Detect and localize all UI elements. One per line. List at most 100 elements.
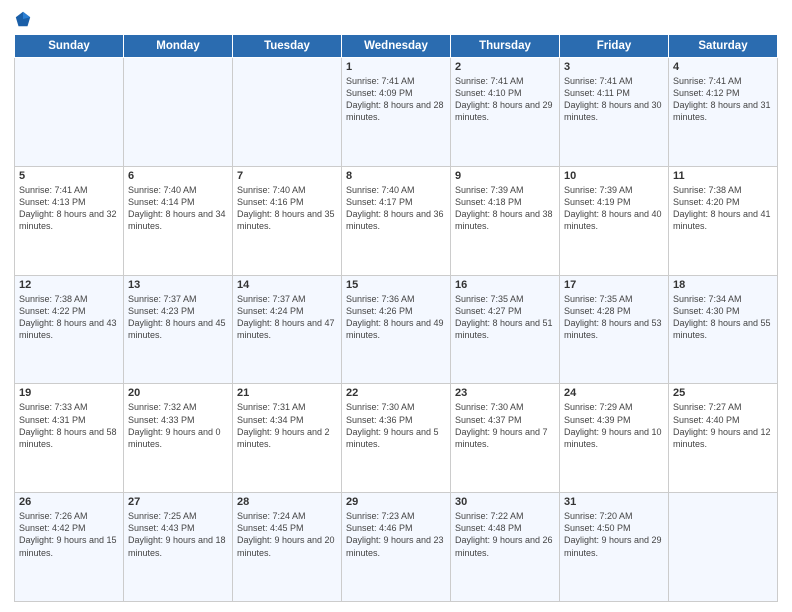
calendar-cell: 17 Sunrise: 7:35 AM Sunset: 4:28 PM Dayli… [560,275,669,384]
day-info: Sunrise: 7:35 AM Sunset: 4:28 PM Dayligh… [564,293,664,342]
day-info: Sunrise: 7:41 AM Sunset: 4:13 PM Dayligh… [19,184,119,233]
day-number: 10 [564,170,664,182]
day-number: 19 [19,387,119,399]
calendar-cell [124,58,233,167]
day-info: Sunrise: 7:41 AM Sunset: 4:10 PM Dayligh… [455,75,555,124]
day-number: 11 [673,170,773,182]
day-number: 20 [128,387,228,399]
day-number: 23 [455,387,555,399]
day-info: Sunrise: 7:27 AM Sunset: 4:40 PM Dayligh… [673,401,773,450]
day-info: Sunrise: 7:38 AM Sunset: 4:22 PM Dayligh… [19,293,119,342]
calendar-cell: 8 Sunrise: 7:40 AM Sunset: 4:17 PM Daylig… [342,166,451,275]
day-info: Sunrise: 7:40 AM Sunset: 4:14 PM Dayligh… [128,184,228,233]
header [14,10,778,28]
calendar-cell: 16 Sunrise: 7:35 AM Sunset: 4:27 PM Dayli… [451,275,560,384]
day-info: Sunrise: 7:41 AM Sunset: 4:09 PM Dayligh… [346,75,446,124]
day-of-week-header: Friday [560,35,669,58]
calendar-cell: 9 Sunrise: 7:39 AM Sunset: 4:18 PM Daylig… [451,166,560,275]
day-number: 21 [237,387,337,399]
day-number: 1 [346,61,446,73]
calendar-week-row: 12Sunrise: 7:38 AM Sunset: 4:22 PM Dayli… [15,275,778,384]
day-of-week-header: Monday [124,35,233,58]
day-info: Sunrise: 7:36 AM Sunset: 4:26 PM Dayligh… [346,293,446,342]
calendar-cell: 22 Sunrise: 7:30 AM Sunset: 4:36 PM Dayli… [342,384,451,493]
day-number: 8 [346,170,446,182]
page: SundayMondayTuesdayWednesdayThursdayFrid… [0,0,792,612]
calendar-cell: 4 Sunrise: 7:41 AM Sunset: 4:12 PM Daylig… [669,58,778,167]
calendar-cell: 27 Sunrise: 7:25 AM Sunset: 4:43 PM Dayli… [124,493,233,602]
day-number: 26 [19,496,119,508]
day-info: Sunrise: 7:40 AM Sunset: 4:16 PM Dayligh… [237,184,337,233]
day-number: 25 [673,387,773,399]
calendar-cell [233,58,342,167]
day-info: Sunrise: 7:35 AM Sunset: 4:27 PM Dayligh… [455,293,555,342]
calendar-cell: 30 Sunrise: 7:22 AM Sunset: 4:48 PM Dayli… [451,493,560,602]
day-number: 6 [128,170,228,182]
calendar-cell: 25 Sunrise: 7:27 AM Sunset: 4:40 PM Dayli… [669,384,778,493]
calendar-cell: 28 Sunrise: 7:24 AM Sunset: 4:45 PM Dayli… [233,493,342,602]
day-number: 29 [346,496,446,508]
calendar-cell: 15 Sunrise: 7:36 AM Sunset: 4:26 PM Dayli… [342,275,451,384]
calendar-week-row: 5 Sunrise: 7:41 AM Sunset: 4:13 PM Daylig… [15,166,778,275]
day-number: 30 [455,496,555,508]
day-info: Sunrise: 7:24 AM Sunset: 4:45 PM Dayligh… [237,510,337,559]
calendar-cell: 12Sunrise: 7:38 AM Sunset: 4:22 PM Dayli… [15,275,124,384]
day-number: 31 [564,496,664,508]
day-of-week-header: Sunday [15,35,124,58]
day-info: Sunrise: 7:34 AM Sunset: 4:30 PM Dayligh… [673,293,773,342]
day-of-week-header: Wednesday [342,35,451,58]
day-number: 3 [564,61,664,73]
day-number: 22 [346,387,446,399]
calendar-cell: 5 Sunrise: 7:41 AM Sunset: 4:13 PM Daylig… [15,166,124,275]
day-info: Sunrise: 7:37 AM Sunset: 4:24 PM Dayligh… [237,293,337,342]
day-info: Sunrise: 7:26 AM Sunset: 4:42 PM Dayligh… [19,510,119,559]
calendar-week-row: 19 Sunrise: 7:33 AM Sunset: 4:31 PM Dayli… [15,384,778,493]
calendar-cell: 14 Sunrise: 7:37 AM Sunset: 4:24 PM Dayli… [233,275,342,384]
day-number: 28 [237,496,337,508]
day-info: Sunrise: 7:29 AM Sunset: 4:39 PM Dayligh… [564,401,664,450]
calendar-week-row: 26 Sunrise: 7:26 AM Sunset: 4:42 PM Dayli… [15,493,778,602]
day-info: Sunrise: 7:23 AM Sunset: 4:46 PM Dayligh… [346,510,446,559]
day-info: Sunrise: 7:25 AM Sunset: 4:43 PM Dayligh… [128,510,228,559]
day-info: Sunrise: 7:40 AM Sunset: 4:17 PM Dayligh… [346,184,446,233]
calendar-cell: 24 Sunrise: 7:29 AM Sunset: 4:39 PM Dayli… [560,384,669,493]
day-info: Sunrise: 7:22 AM Sunset: 4:48 PM Dayligh… [455,510,555,559]
calendar-cell: 11 Sunrise: 7:38 AM Sunset: 4:20 PM Dayli… [669,166,778,275]
calendar-week-row: 1 Sunrise: 7:41 AM Sunset: 4:09 PM Daylig… [15,58,778,167]
calendar-cell: 31 Sunrise: 7:20 AM Sunset: 4:50 PM Dayli… [560,493,669,602]
day-of-week-header: Saturday [669,35,778,58]
day-number: 15 [346,279,446,291]
day-number: 16 [455,279,555,291]
day-info: Sunrise: 7:20 AM Sunset: 4:50 PM Dayligh… [564,510,664,559]
day-info: Sunrise: 7:30 AM Sunset: 4:36 PM Dayligh… [346,401,446,450]
day-number: 4 [673,61,773,73]
day-info: Sunrise: 7:38 AM Sunset: 4:20 PM Dayligh… [673,184,773,233]
day-number: 17 [564,279,664,291]
day-number: 9 [455,170,555,182]
day-number: 5 [19,170,119,182]
calendar-cell: 1 Sunrise: 7:41 AM Sunset: 4:09 PM Daylig… [342,58,451,167]
calendar-cell: 18 Sunrise: 7:34 AM Sunset: 4:30 PM Dayli… [669,275,778,384]
day-number: 24 [564,387,664,399]
calendar-cell: 20 Sunrise: 7:32 AM Sunset: 4:33 PM Dayli… [124,384,233,493]
day-number: 7 [237,170,337,182]
calendar-cell: 3 Sunrise: 7:41 AM Sunset: 4:11 PM Daylig… [560,58,669,167]
calendar-cell: 21Sunrise: 7:31 AM Sunset: 4:34 PM Dayli… [233,384,342,493]
calendar-table: SundayMondayTuesdayWednesdayThursdayFrid… [14,34,778,602]
day-info: Sunrise: 7:41 AM Sunset: 4:12 PM Dayligh… [673,75,773,124]
calendar-cell [15,58,124,167]
day-number: 14 [237,279,337,291]
calendar-cell [669,493,778,602]
day-of-week-header: Thursday [451,35,560,58]
day-info: Sunrise: 7:32 AM Sunset: 4:33 PM Dayligh… [128,401,228,450]
calendar-cell: 29 Sunrise: 7:23 AM Sunset: 4:46 PM Dayli… [342,493,451,602]
calendar-cell: 10Sunrise: 7:39 AM Sunset: 4:19 PM Dayli… [560,166,669,275]
day-info: Sunrise: 7:41 AM Sunset: 4:11 PM Dayligh… [564,75,664,124]
day-number: 18 [673,279,773,291]
day-number: 27 [128,496,228,508]
day-info: Sunrise: 7:37 AM Sunset: 4:23 PM Dayligh… [128,293,228,342]
day-info: Sunrise: 7:39 AM Sunset: 4:18 PM Dayligh… [455,184,555,233]
logo [14,10,34,28]
days-header-row: SundayMondayTuesdayWednesdayThursdayFrid… [15,35,778,58]
day-info: Sunrise: 7:33 AM Sunset: 4:31 PM Dayligh… [19,401,119,450]
